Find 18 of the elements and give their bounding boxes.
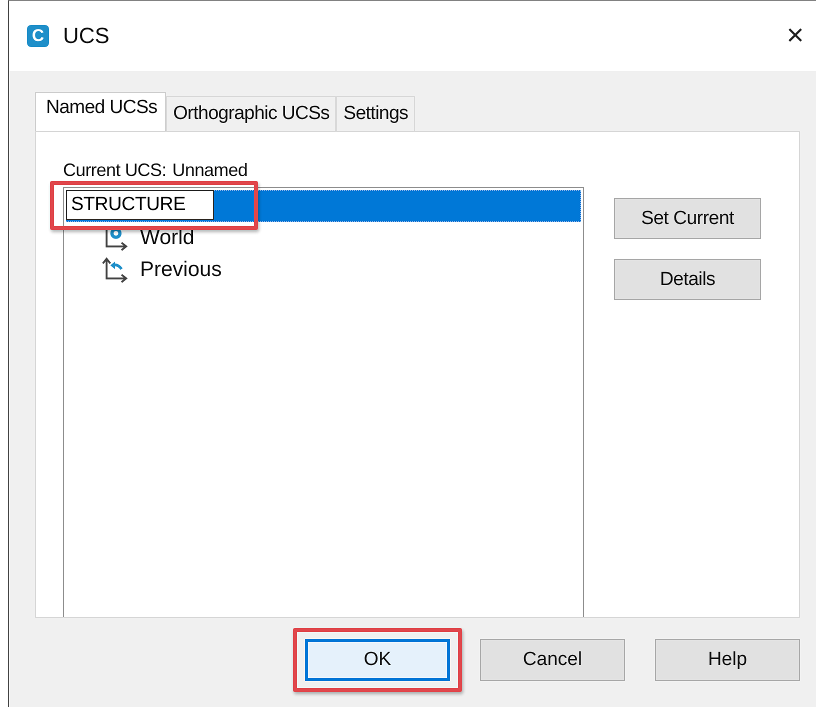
tree-item[interactable]: World xyxy=(140,226,194,250)
current-ucs-value: Unnamed xyxy=(172,160,248,181)
tab[interactable]: Named UCSs xyxy=(35,92,166,131)
tab[interactable]: Settings xyxy=(336,96,416,131)
window-title: UCS xyxy=(63,23,110,49)
tree-item[interactable]: Previous xyxy=(140,258,222,282)
tree-row[interactable]: STRUCTURE xyxy=(66,190,581,222)
dialog-button[interactable]: Help xyxy=(655,639,800,681)
close-button[interactable]: × xyxy=(780,18,810,54)
dialog-button[interactable]: OK xyxy=(305,639,450,681)
rename-field[interactable]: STRUCTURE xyxy=(66,190,214,220)
dialog-button[interactable]: Cancel xyxy=(480,639,625,681)
tab[interactable]: Orthographic UCSs xyxy=(166,96,336,131)
current-ucs-label: Current UCS: xyxy=(63,160,166,181)
side-button[interactable]: Details xyxy=(614,259,761,300)
side-button[interactable]: Set Current xyxy=(614,198,761,239)
app-logo: C xyxy=(27,25,49,47)
axis-arrow-icon xyxy=(100,256,130,284)
